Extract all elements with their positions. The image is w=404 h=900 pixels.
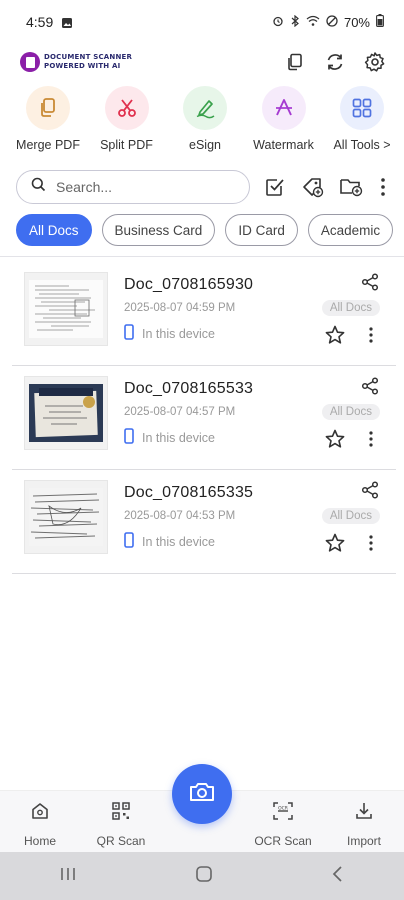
- tool-label: All Tools >: [333, 138, 391, 152]
- tool-label: eSign: [189, 138, 221, 152]
- tag-add-icon[interactable]: [300, 174, 326, 200]
- sync-icon[interactable]: [322, 49, 348, 75]
- dnd-icon: [326, 14, 338, 30]
- document-location: In this device: [142, 326, 215, 341]
- chip-business-card[interactable]: Business Card: [101, 214, 216, 246]
- watermark-icon: [261, 86, 306, 130]
- phone-icon: [124, 532, 134, 551]
- nav-label: Import: [346, 834, 381, 848]
- home-button-icon[interactable]: [195, 865, 213, 888]
- phone-icon: [124, 428, 134, 447]
- home-icon: [30, 801, 50, 826]
- recent-apps-icon[interactable]: [59, 866, 77, 887]
- star-icon[interactable]: [324, 532, 346, 554]
- system-navigation-bar: [0, 852, 404, 900]
- search-row: [16, 170, 396, 204]
- search-input[interactable]: [56, 179, 216, 195]
- star-icon[interactable]: [324, 324, 346, 346]
- nav-home[interactable]: Home: [0, 801, 80, 848]
- back-icon[interactable]: [331, 865, 345, 888]
- nav-qr-scan[interactable]: QR Scan: [81, 801, 161, 848]
- more-vertical-icon[interactable]: [376, 174, 390, 200]
- chip-all-docs[interactable]: All Docs: [16, 214, 92, 246]
- gallery-notification-icon: [61, 16, 73, 28]
- document-item[interactable]: Doc_0708165930 2025-08-07 04:59 PM In th…: [12, 262, 396, 366]
- logo-mark: [20, 52, 40, 72]
- scissors-icon: [104, 86, 149, 130]
- nav-import[interactable]: Import: [324, 801, 404, 848]
- folder-add-icon[interactable]: [338, 174, 364, 200]
- chip-academic[interactable]: Academic: [307, 214, 394, 246]
- document-thumbnail[interactable]: [24, 376, 108, 450]
- category-badge: All Docs: [321, 508, 380, 524]
- tool-label: Split PDF: [100, 138, 153, 152]
- chip-id-card[interactable]: ID Card: [225, 214, 298, 246]
- settings-gear-icon[interactable]: [362, 49, 388, 75]
- tool-label: Watermark: [253, 138, 314, 152]
- bluetooth-icon: [290, 14, 300, 30]
- document-list: Doc_0708165930 2025-08-07 04:59 PM In th…: [12, 262, 396, 574]
- logo-line-1: DOCUMENT SCANNER: [44, 53, 133, 61]
- star-icon[interactable]: [324, 428, 346, 450]
- status-bar: 4:59 70%: [0, 0, 404, 44]
- document-date: 2025-08-07 04:59 PM: [124, 302, 236, 314]
- tool-esign[interactable]: eSign: [167, 86, 243, 158]
- document-location: In this device: [142, 534, 215, 549]
- document-item[interactable]: Doc_0708165335 2025-08-07 04:53 PM In th…: [12, 470, 396, 574]
- qr-code-icon: [111, 801, 131, 826]
- tool-watermark[interactable]: Watermark: [246, 86, 322, 158]
- category-badge: All Docs: [321, 300, 380, 316]
- battery-percent: 70%: [343, 14, 370, 30]
- battery-icon: [376, 14, 384, 30]
- document-name: Doc_0708165335: [124, 484, 254, 501]
- ocr-scan-icon: OCR: [272, 801, 294, 826]
- document-name: Doc_0708165930: [124, 276, 254, 293]
- tool-merge-pdf[interactable]: Merge PDF: [10, 86, 86, 158]
- document-item[interactable]: Doc_0708165533 2025-08-07 04:57 PM In th…: [12, 366, 396, 470]
- grid-icon: [340, 86, 384, 130]
- divider: [0, 256, 404, 257]
- nav-label: OCR Scan: [254, 834, 312, 848]
- document-date: 2025-08-07 04:53 PM: [124, 510, 236, 522]
- more-vertical-icon[interactable]: [366, 324, 376, 346]
- search-box[interactable]: [16, 170, 250, 204]
- tool-split-pdf[interactable]: Split PDF: [89, 86, 165, 158]
- svg-text:OCR: OCR: [278, 806, 288, 812]
- share-icon[interactable]: [360, 272, 380, 292]
- import-download-icon: [354, 801, 374, 826]
- document-location: In this device: [142, 430, 215, 445]
- tools-row: Merge PDF Split PDF eSign Watermark All …: [6, 86, 404, 158]
- search-icon: [31, 177, 46, 197]
- document-thumbnail[interactable]: [24, 480, 108, 554]
- logo-line-2: POWERED WITH AI: [44, 62, 121, 70]
- copy-icon[interactable]: [282, 49, 308, 75]
- app-header: DOCUMENT SCANNER POWERED WITH AI: [0, 44, 404, 80]
- camera-scan-button[interactable]: [172, 764, 232, 824]
- document-name: Doc_0708165533: [124, 380, 254, 397]
- pen-icon: [183, 86, 227, 130]
- nav-label: Home: [23, 834, 56, 848]
- app-logo: DOCUMENT SCANNER POWERED WITH AI: [20, 52, 132, 72]
- tool-label: Merge PDF: [16, 138, 80, 152]
- alarm-icon: [272, 15, 284, 30]
- share-icon[interactable]: [360, 376, 380, 396]
- phone-icon: [124, 324, 134, 343]
- more-vertical-icon[interactable]: [366, 532, 376, 554]
- tool-all-tools[interactable]: All Tools >: [324, 86, 400, 158]
- select-checkbox-icon[interactable]: [262, 174, 288, 200]
- document-date: 2025-08-07 04:57 PM: [124, 406, 236, 418]
- filter-chips: All Docs Business Card ID Card Academic: [16, 214, 404, 248]
- category-badge: All Docs: [321, 404, 380, 420]
- merge-icon: [26, 86, 70, 130]
- wifi-icon: [306, 15, 320, 30]
- more-vertical-icon[interactable]: [366, 428, 376, 450]
- camera-icon: [189, 781, 215, 808]
- share-icon[interactable]: [360, 480, 380, 500]
- status-time: 4:59: [26, 14, 54, 30]
- nav-ocr-scan[interactable]: OCR OCR Scan: [243, 801, 323, 848]
- document-thumbnail[interactable]: [24, 272, 108, 346]
- nav-label: QR Scan: [96, 834, 146, 848]
